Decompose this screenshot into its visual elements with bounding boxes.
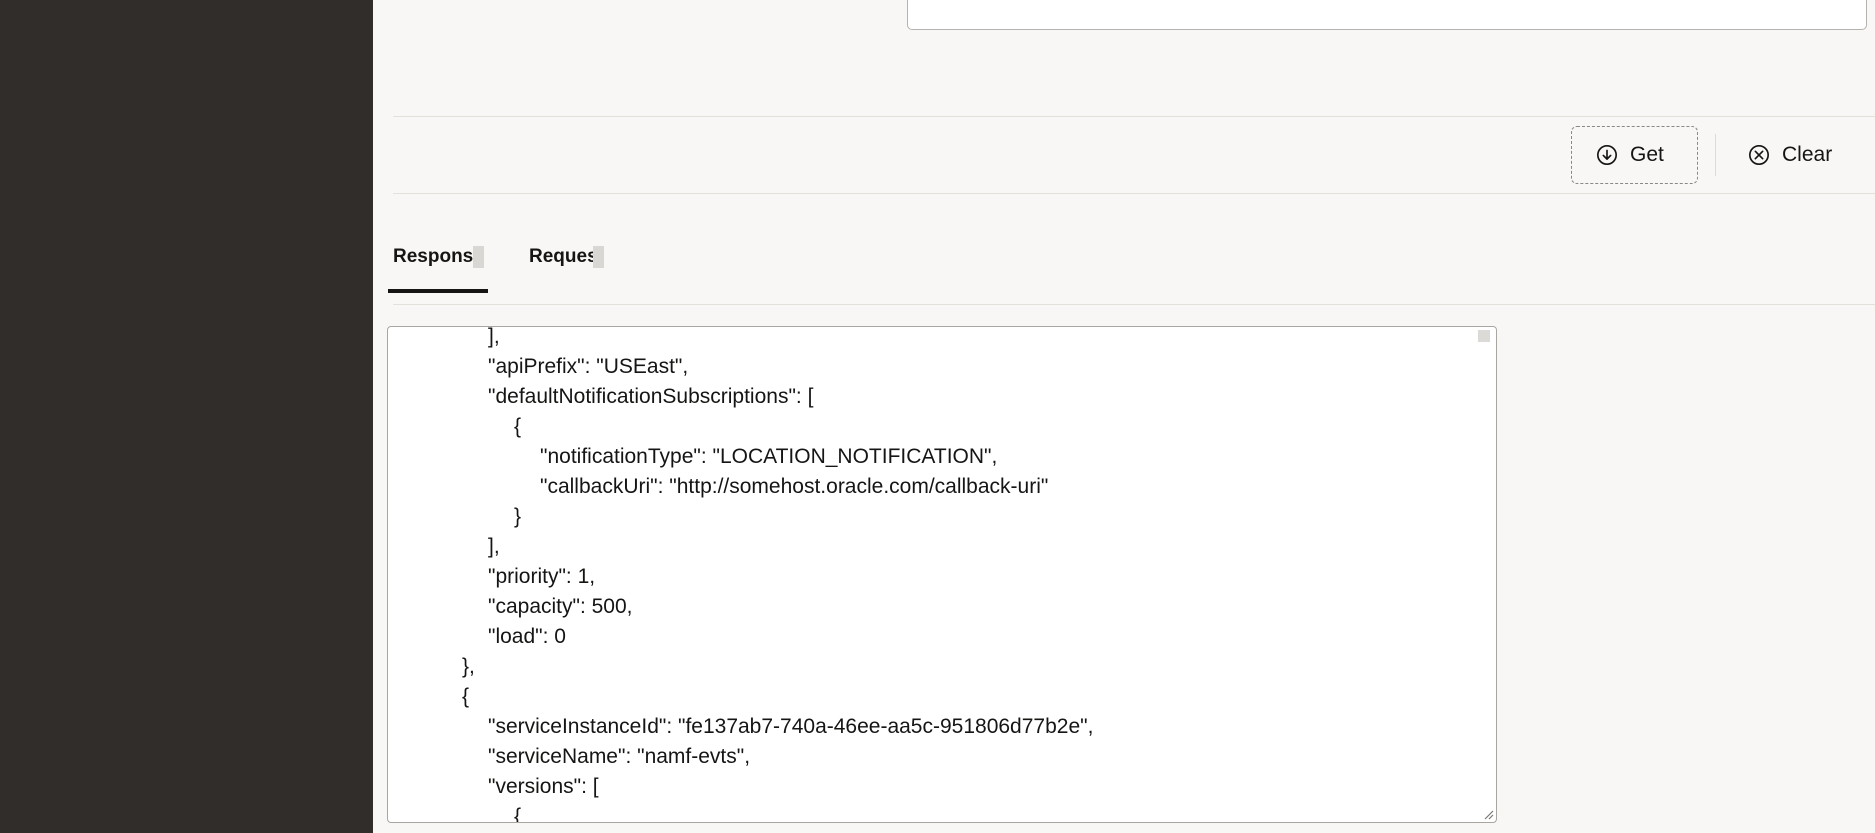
divider: [393, 193, 1875, 194]
truncation-marker: [473, 246, 484, 268]
code-line: ],: [488, 535, 500, 558]
close-circle-icon: [1749, 145, 1769, 165]
tab-request[interactable]: Reques: [529, 236, 609, 294]
code-line: }: [514, 505, 522, 528]
response-textarea[interactable]: ], "apiPrefix": "USEast", "defaultNotifica…: [387, 326, 1497, 823]
divider: [393, 116, 1875, 117]
code-line: "capacity": 500,: [488, 595, 633, 618]
code-line: },: [462, 655, 475, 678]
code-line: "callbackUri": "http://somehost.oracle.c…: [540, 475, 1049, 498]
tabs-divider: [393, 304, 1875, 305]
code-line: "serviceName": "namf-evts",: [488, 745, 751, 768]
code-line: ],: [488, 326, 500, 348]
text-field[interactable]: [907, 0, 1867, 30]
code-line: "priority": 1,: [488, 565, 596, 588]
scrollbar[interactable]: [1478, 330, 1490, 342]
main-content: Get Clear Respons Reques ], "apiPrefix": …: [373, 0, 1875, 833]
clear-button[interactable]: Clear: [1748, 126, 1832, 184]
code-line: "notificationType": "LOCATION_NOTIFICATI…: [540, 445, 998, 468]
download-circle-icon: [1597, 145, 1617, 165]
tab-response[interactable]: Respons: [388, 236, 488, 294]
code-line: "load": 0: [488, 625, 566, 648]
resize-grip-icon[interactable]: [1482, 808, 1494, 820]
clear-button-label: Clear: [1782, 143, 1833, 166]
code-line: {: [462, 685, 470, 708]
sidebar: [0, 0, 373, 833]
code-line: "apiPrefix": "USEast",: [488, 355, 689, 378]
tab-bar: Respons Reques: [388, 236, 1875, 294]
button-separator: [1715, 134, 1716, 176]
code-line: {: [514, 415, 522, 438]
tab-response-label: Respons: [393, 246, 473, 267]
active-tab-indicator: [388, 289, 488, 293]
get-button[interactable]: Get: [1571, 126, 1698, 184]
code-line: "serviceInstanceId": "fe137ab7-740a-46ee…: [488, 715, 1094, 738]
code-line: "versions": [: [488, 775, 599, 798]
code-line: {: [514, 805, 522, 823]
tab-request-label: Reques: [529, 246, 593, 267]
truncation-marker: [593, 246, 604, 268]
code-line: "defaultNotificationSubscriptions": [: [488, 385, 814, 408]
get-button-label: Get: [1630, 143, 1664, 166]
